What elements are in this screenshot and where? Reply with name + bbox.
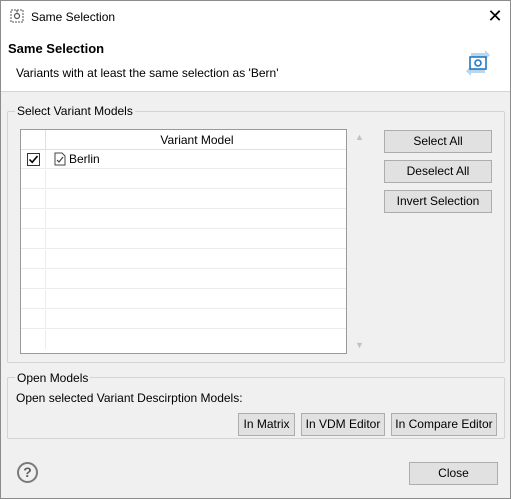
checkbox-cell (21, 250, 46, 269)
checkbox-cell (21, 170, 46, 189)
table-row (21, 190, 346, 209)
checkbox-cell (21, 330, 46, 349)
table-scrollbar[interactable]: ▲ ▼ (351, 129, 368, 354)
table-row (21, 290, 346, 309)
deselect-all-button[interactable]: Deselect All (384, 160, 492, 183)
checkbox-cell (21, 290, 46, 309)
checkbox-column-header (21, 130, 46, 150)
table-row (21, 270, 346, 289)
row-label: Berlin (69, 152, 100, 166)
scroll-up-icon[interactable]: ▲ (351, 129, 368, 146)
checkbox-cell (21, 230, 46, 249)
table-row[interactable]: Berlin (21, 150, 346, 169)
select-all-button[interactable]: Select All (384, 130, 492, 153)
close-icon[interactable]: ✕ (480, 1, 510, 32)
variant-model-column-header[interactable]: Variant Model (46, 130, 346, 150)
row-checkbox[interactable] (27, 153, 40, 166)
scroll-down-icon[interactable]: ▼ (351, 337, 368, 354)
variant-model-table: Variant Model Berlin (20, 129, 347, 354)
checkbox-cell (21, 270, 46, 289)
dialog-header: Same Selection Variants with at least th… (1, 32, 510, 92)
variant-sync-icon (466, 50, 490, 76)
in-matrix-button[interactable]: In Matrix (238, 413, 295, 436)
close-button[interactable]: Close (409, 462, 498, 485)
title-bar: Same Selection ✕ (1, 1, 510, 32)
checkbox-cell (21, 210, 46, 229)
help-icon[interactable]: ? (17, 462, 38, 483)
window-title: Same Selection (31, 10, 116, 24)
header-title: Same Selection (8, 41, 105, 56)
settings-frame-icon (10, 9, 24, 23)
table-row (21, 250, 346, 269)
invert-selection-button[interactable]: Invert Selection (384, 190, 492, 213)
dialog-window: Same Selection ✕ Same Selection Variants… (0, 0, 511, 499)
table-row (21, 310, 346, 329)
checkbox-cell (21, 190, 46, 209)
open-models-description: Open selected Variant Descirption Models… (16, 391, 243, 405)
table-row (21, 230, 346, 249)
open-models-label: Open Models (15, 371, 91, 385)
document-check-icon (54, 152, 66, 166)
table-row (21, 330, 346, 349)
in-vdm-editor-button[interactable]: In VDM Editor (301, 413, 385, 436)
select-variant-models-label: Select Variant Models (15, 104, 135, 118)
in-compare-editor-button[interactable]: In Compare Editor (391, 413, 497, 436)
header-description: Variants with at least the same selectio… (16, 66, 279, 80)
checkbox-cell (21, 150, 46, 169)
checkbox-cell (21, 310, 46, 329)
table-row (21, 210, 346, 229)
check-mark-icon (28, 155, 39, 164)
table-row (21, 170, 346, 189)
